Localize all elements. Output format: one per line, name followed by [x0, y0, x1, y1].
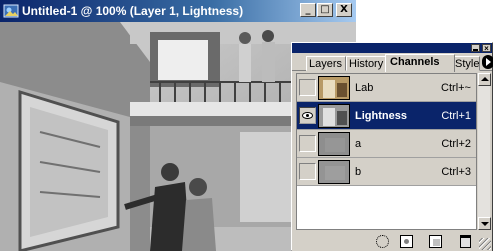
- document-title: Untitled-1 @ 100% (Layer 1, Lightness): [22, 4, 244, 18]
- channel-shortcut: Ctrl+3: [441, 165, 471, 178]
- channel-row-a[interactable]: a Ctrl+2: [297, 130, 476, 158]
- photoshop-workspace: Untitled-1 @ 100% (Layer 1, Lightness) _…: [0, 0, 493, 251]
- palette-minimize-button[interactable]: [471, 44, 480, 52]
- channel-name: b: [355, 165, 362, 178]
- channel-shortcut: Ctrl+2: [441, 137, 471, 150]
- palette-bottom-bar: [292, 232, 492, 251]
- document-titlebar[interactable]: Untitled-1 @ 100% (Layer 1, Lightness) _…: [0, 0, 356, 22]
- channel-thumbnail: [318, 159, 350, 184]
- channel-thumbnail: [318, 75, 350, 100]
- save-selection-icon[interactable]: [400, 235, 413, 248]
- channel-name: a: [355, 137, 362, 150]
- window-controls: _ □ X: [300, 3, 352, 17]
- visibility-toggle[interactable]: [299, 135, 316, 152]
- channel-list: Lab Ctrl+~ Lightness Ctrl+1 a Ctrl+2 b C…: [296, 73, 477, 230]
- palette-close-button[interactable]: ×: [482, 44, 491, 53]
- palette-tabs: Layers History Styles Channels: [292, 53, 492, 72]
- resize-grip-icon[interactable]: [479, 238, 491, 250]
- palette-menu-arrow-icon[interactable]: [482, 55, 493, 69]
- channel-shortcut: Ctrl+1: [441, 109, 471, 122]
- tab-layers[interactable]: Layers: [306, 56, 346, 71]
- palette-titlebar[interactable]: ×: [292, 43, 492, 53]
- channel-shortcut: Ctrl+~: [441, 81, 471, 94]
- photoshop-doc-icon: [3, 3, 19, 19]
- channels-palette: × Layers History Styles Channels Lab Ctr…: [291, 42, 493, 251]
- channel-row-lightness[interactable]: Lightness Ctrl+1: [297, 102, 476, 130]
- channel-name: Lab: [355, 81, 374, 94]
- tab-styles[interactable]: Styles: [452, 56, 480, 71]
- visibility-toggle[interactable]: [299, 107, 316, 124]
- trash-icon[interactable]: [460, 235, 471, 248]
- channel-thumbnail: [318, 131, 350, 156]
- load-selection-icon[interactable]: [376, 235, 389, 248]
- tab-history[interactable]: History: [346, 56, 387, 71]
- visibility-toggle[interactable]: [299, 163, 316, 180]
- scroll-up-icon[interactable]: [478, 73, 491, 86]
- channel-name: Lightness: [355, 109, 407, 122]
- minimize-button[interactable]: _: [300, 3, 316, 17]
- new-channel-icon[interactable]: [429, 235, 442, 248]
- eye-icon: [302, 112, 313, 119]
- maximize-button[interactable]: □: [317, 3, 333, 17]
- channel-row-b[interactable]: b Ctrl+3: [297, 158, 476, 186]
- scroll-down-icon[interactable]: [478, 217, 491, 230]
- channel-list-scrollbar[interactable]: [477, 73, 491, 230]
- close-button[interactable]: X: [336, 3, 352, 17]
- channel-thumbnail: [318, 103, 350, 128]
- channel-row-lab[interactable]: Lab Ctrl+~: [297, 74, 476, 102]
- tab-channels[interactable]: Channels: [385, 54, 455, 72]
- visibility-toggle[interactable]: [299, 79, 316, 96]
